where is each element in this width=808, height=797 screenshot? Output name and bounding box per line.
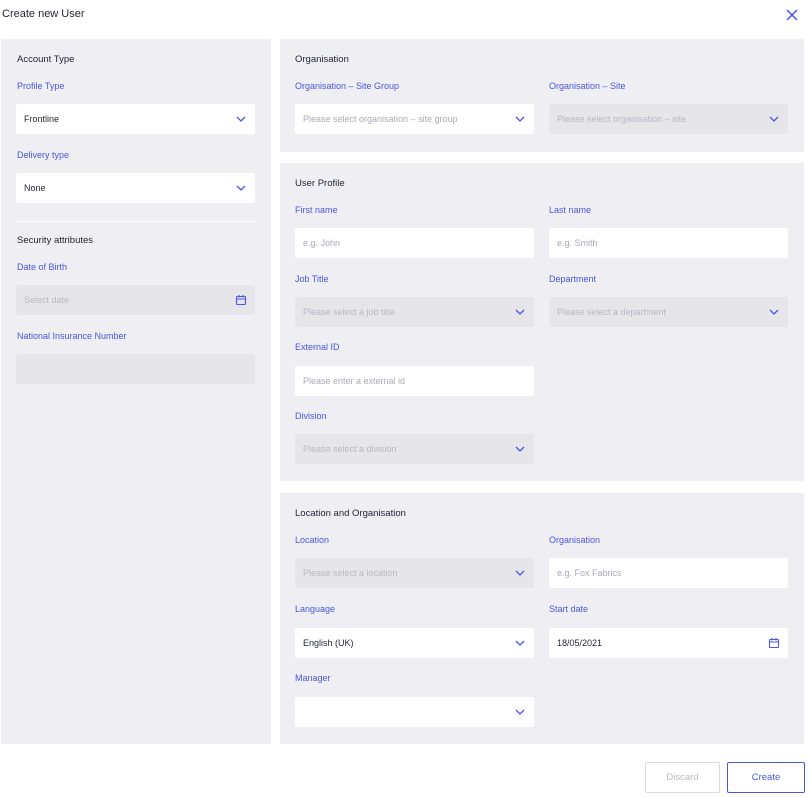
profile-type-select[interactable]: Frontline	[16, 104, 255, 134]
location-select[interactable]: Please select a location	[295, 558, 534, 588]
account-type-panel	[1, 39, 271, 744]
location-organisation-title: Location and Organisation	[295, 508, 406, 519]
account-type-title: Account Type	[17, 54, 75, 65]
chevron-down-icon	[515, 116, 525, 122]
chevron-down-icon	[515, 309, 525, 315]
profile-type-label: Profile Type	[17, 81, 65, 91]
chevron-down-icon	[515, 640, 525, 646]
date-of-birth-label: Date of Birth	[17, 262, 68, 272]
chevron-down-icon	[515, 570, 525, 576]
dialog-title: Create new User	[2, 8, 85, 20]
organisation-label: Organisation	[549, 535, 601, 545]
division-placeholder: Please select a division	[303, 444, 397, 454]
last-name-input[interactable]: e.g. Smith	[549, 228, 788, 258]
site-placeholder: Please select organisation – site	[557, 114, 687, 124]
organisation-panel	[280, 39, 804, 152]
location-placeholder: Please select a location	[303, 568, 398, 578]
user-profile-title: User Profile	[295, 178, 345, 189]
job-title-placeholder: Please select a job title	[303, 307, 396, 317]
department-select[interactable]: Please select a department	[549, 297, 788, 327]
site-label: Organisation – Site	[549, 81, 626, 91]
chevron-down-icon	[515, 709, 525, 715]
site-group-select[interactable]: Please select organisation – site group	[295, 104, 534, 134]
profile-type-value: Frontline	[24, 114, 60, 124]
start-date-field[interactable]: 18/05/2021	[549, 628, 788, 658]
job-title-select[interactable]: Please select a job title	[295, 297, 534, 327]
create-button[interactable]: Create	[727, 762, 805, 793]
first-name-input[interactable]: e.g. John	[295, 228, 534, 258]
site-group-placeholder: Please select organisation – site group	[303, 114, 458, 124]
calendar-icon[interactable]	[235, 294, 247, 306]
last-name-label: Last name	[549, 205, 592, 215]
chevron-down-icon	[769, 309, 779, 315]
location-label: Location	[295, 535, 330, 545]
manager-label: Manager	[295, 673, 331, 683]
division-label: Division	[295, 411, 327, 421]
section-divider	[16, 221, 255, 222]
organisation-title: Organisation	[295, 54, 349, 65]
language-value: English (UK)	[303, 638, 354, 648]
external-id-input[interactable]: Please enter a external id	[295, 366, 534, 396]
start-date-value: 18/05/2021	[557, 638, 603, 648]
start-date-label: Start date	[549, 604, 589, 614]
external-id-placeholder: Please enter a external id	[303, 376, 406, 386]
job-title-label: Job Title	[295, 274, 329, 284]
calendar-icon[interactable]	[768, 637, 780, 649]
site-group-label: Organisation – Site Group	[295, 81, 400, 91]
department-placeholder: Please select a department	[557, 307, 667, 317]
delivery-type-select[interactable]: None	[16, 173, 255, 203]
last-name-placeholder: e.g. Smith	[557, 238, 598, 248]
organisation-placeholder: e.g. Fox Fabrics	[557, 568, 622, 578]
chevron-down-icon	[236, 116, 246, 122]
first-name-label: First name	[295, 205, 338, 215]
delivery-type-value: None	[24, 183, 46, 193]
delivery-type-label: Delivery type	[17, 150, 70, 160]
discard-button[interactable]: Discard	[645, 762, 720, 793]
close-icon[interactable]	[784, 7, 800, 23]
chevron-down-icon	[236, 185, 246, 191]
department-label: Department	[549, 274, 597, 284]
language-label: Language	[295, 604, 336, 614]
first-name-placeholder: e.g. John	[303, 238, 341, 248]
manager-select[interactable]	[295, 697, 534, 727]
security-attributes-title: Security attributes	[17, 235, 94, 246]
division-select[interactable]: Please select a division	[295, 434, 534, 464]
external-id-label: External ID	[295, 342, 340, 352]
national-insurance-label: National Insurance Number	[17, 331, 127, 341]
national-insurance-field[interactable]	[16, 354, 255, 384]
chevron-down-icon	[769, 116, 779, 122]
site-select[interactable]: Please select organisation – site	[549, 104, 788, 134]
language-select[interactable]: English (UK)	[295, 628, 534, 658]
date-of-birth-field[interactable]: Select date	[16, 285, 255, 315]
date-of-birth-placeholder: Select date	[24, 295, 70, 305]
organisation-input[interactable]: e.g. Fox Fabrics	[549, 558, 788, 588]
chevron-down-icon	[515, 446, 525, 452]
